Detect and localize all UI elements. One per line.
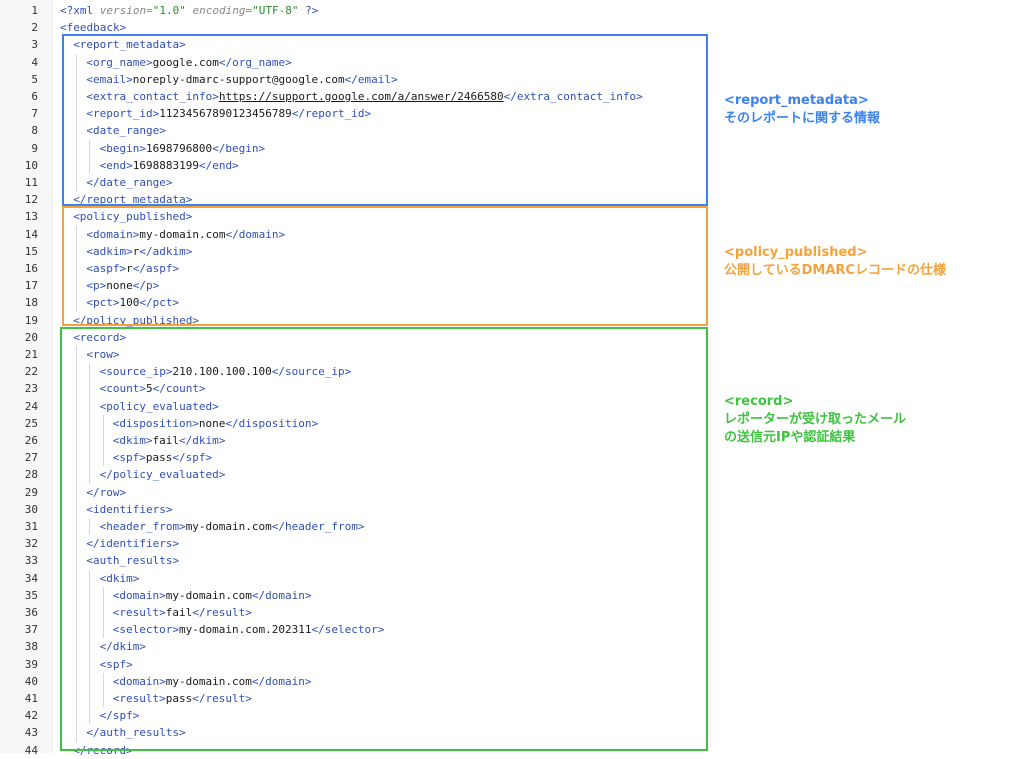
line-number: 13 xyxy=(24,210,38,224)
line-number: 14 xyxy=(24,227,38,241)
record-annotation-body: レポーターが受け取ったメール の送信元IPや認証結果 xyxy=(724,412,907,445)
line-number: 1 xyxy=(31,4,38,17)
line-number: 39 xyxy=(24,657,38,671)
line-number: 4 xyxy=(31,55,38,69)
line-number: 16 xyxy=(24,262,38,275)
line-number: 3 xyxy=(31,38,38,52)
line-number: 38 xyxy=(24,640,38,654)
line-number: 28 xyxy=(24,468,38,482)
code-line: 1 <?xml version= "1.0" encoding= "UTF-8" ?> xyxy=(0,2,318,19)
attribute-name: encoding= xyxy=(185,4,253,17)
record-annotation: <record> レポーターが受け取ったメール の送信元IPや認証結果 xyxy=(724,393,906,447)
line-number: 27 xyxy=(24,451,38,465)
line-number: 30 xyxy=(24,502,38,516)
line-number: 5 xyxy=(31,72,38,86)
xml-declaration: ?> xyxy=(298,4,319,17)
line-number: 32 xyxy=(24,537,38,551)
line-number: 10 xyxy=(24,158,38,172)
policy-published-annotation-title: <policy_published> xyxy=(724,245,868,260)
line-number: 34 xyxy=(24,571,38,585)
line-number: 18 xyxy=(24,296,38,310)
report-metadata-annotation: <report_metadata> そのレポートに関する情報 xyxy=(724,92,880,128)
line-number: 8 xyxy=(31,124,38,138)
line-number: 35 xyxy=(24,588,38,602)
line-number: 20 xyxy=(24,330,38,344)
line-number: 36 xyxy=(24,606,38,619)
report-metadata-annotation-body: そのレポートに関する情報 xyxy=(724,111,881,126)
line-number: 41 xyxy=(24,692,38,705)
attribute-value: "1.0" xyxy=(152,4,186,17)
line-number: 15 xyxy=(24,244,38,258)
line-number: 22 xyxy=(24,365,38,379)
line-number: 17 xyxy=(24,279,38,293)
line-number: 21 xyxy=(24,348,38,361)
policy-published-highlight-box xyxy=(62,206,708,326)
line-number: 12 xyxy=(24,193,38,207)
line-number: 9 xyxy=(31,141,38,155)
record-annotation-title: <record> xyxy=(724,394,794,409)
line-number: 40 xyxy=(24,674,38,688)
line-number: 7 xyxy=(31,107,38,121)
line-number: 23 xyxy=(24,382,38,396)
line-number: 2 xyxy=(31,21,38,35)
line-number: 31 xyxy=(24,520,38,533)
line-number: 6 xyxy=(31,90,38,103)
line-number: 25 xyxy=(24,416,38,430)
line-number: 44 xyxy=(24,743,38,757)
record-highlight-box xyxy=(60,327,708,751)
line-number: 29 xyxy=(24,485,38,499)
policy-published-annotation-body: 公開しているDMARCレコードの仕様 xyxy=(724,263,946,278)
line-number: 43 xyxy=(24,726,38,740)
code-content: <?xml version= "1.0" encoding= "UTF-8" ?> xyxy=(60,2,318,19)
line-number: 24 xyxy=(24,399,38,413)
xml-declaration: <?xml xyxy=(60,4,100,17)
report-metadata-highlight-box xyxy=(62,34,708,206)
line-number: 19 xyxy=(24,313,38,327)
report-metadata-annotation-title: <report_metadata> xyxy=(724,93,869,108)
line-number: 42 xyxy=(24,709,38,723)
line-number: 11 xyxy=(24,176,38,189)
attribute-value: "UTF-8" xyxy=(252,4,299,17)
line-number: 37 xyxy=(24,623,38,637)
policy-published-annotation: <policy_published> 公開しているDMARCレコードの仕様 xyxy=(724,244,946,280)
line-number: 26 xyxy=(24,434,38,447)
attribute-name: version= xyxy=(99,4,153,17)
line-number: 33 xyxy=(24,554,38,568)
